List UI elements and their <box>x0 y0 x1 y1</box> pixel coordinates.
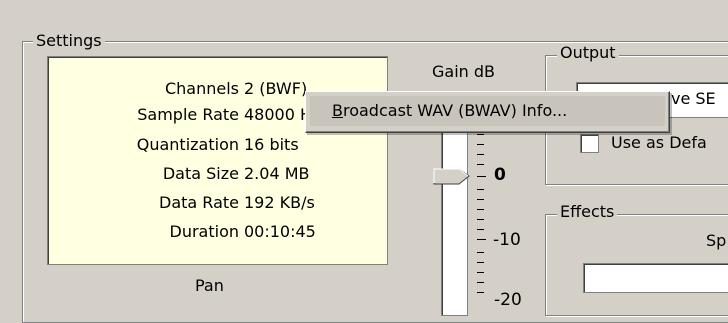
info-value: 2 (BWF) <box>244 79 308 98</box>
info-label: Quantization <box>136 135 239 154</box>
gain-label: Gain dB <box>432 62 496 81</box>
info-label: Data Size <box>162 164 239 183</box>
gain-slider-track[interactable] <box>441 104 468 316</box>
info-value: 00:10:45 <box>244 222 316 241</box>
gain-tick-label-minus20: -20 <box>494 290 522 310</box>
menu-item-label: roadcast WAV (BWAV) Info... <box>342 101 568 120</box>
info-row-quantization: Quantization 16 bits <box>48 132 387 158</box>
info-label: Duration <box>169 222 240 241</box>
output-group-title: Output <box>557 44 619 62</box>
info-label: Data Rate <box>159 193 239 212</box>
use-as-default-checkbox[interactable] <box>580 134 599 153</box>
settings-group-title: Settings <box>33 32 105 50</box>
info-label: Sample Rate <box>137 105 239 124</box>
info-value: 192 KB/s <box>244 193 315 212</box>
context-menu: Broadcast WAV (BWAV) Info... <box>305 91 670 133</box>
pan-label: Pan <box>195 276 224 295</box>
info-value: 48000 H <box>244 105 313 124</box>
menu-item-bwav-info[interactable]: Broadcast WAV (BWAV) Info... <box>310 96 665 126</box>
file-info-panel: Channels 2 (BWF) Sample Rate 48000 H Qua… <box>47 56 388 265</box>
use-as-default-label: Use as Defa <box>611 133 707 152</box>
effects-speed-input[interactable] <box>583 263 728 293</box>
gain-slider-thumb[interactable] <box>433 167 471 187</box>
info-row-duration: Duration 00:10:45 <box>48 219 387 245</box>
info-value: 16 bits <box>244 135 299 154</box>
info-row-data-rate: Data Rate 192 KB/s <box>48 190 387 216</box>
output-device-value: ve SE <box>671 89 716 108</box>
menu-item-accelerator: B <box>332 101 343 120</box>
info-row-data-size: Data Size 2.04 MB <box>48 161 387 187</box>
gain-tick-label-minus10: -10 <box>493 230 521 250</box>
gain-tick-label-0: 0 <box>494 165 506 185</box>
info-value: 2.04 MB <box>244 164 310 183</box>
effects-group-title: Effects <box>557 203 618 221</box>
info-label: Channels <box>164 79 239 98</box>
effects-speed-label: Sp <box>706 231 727 250</box>
